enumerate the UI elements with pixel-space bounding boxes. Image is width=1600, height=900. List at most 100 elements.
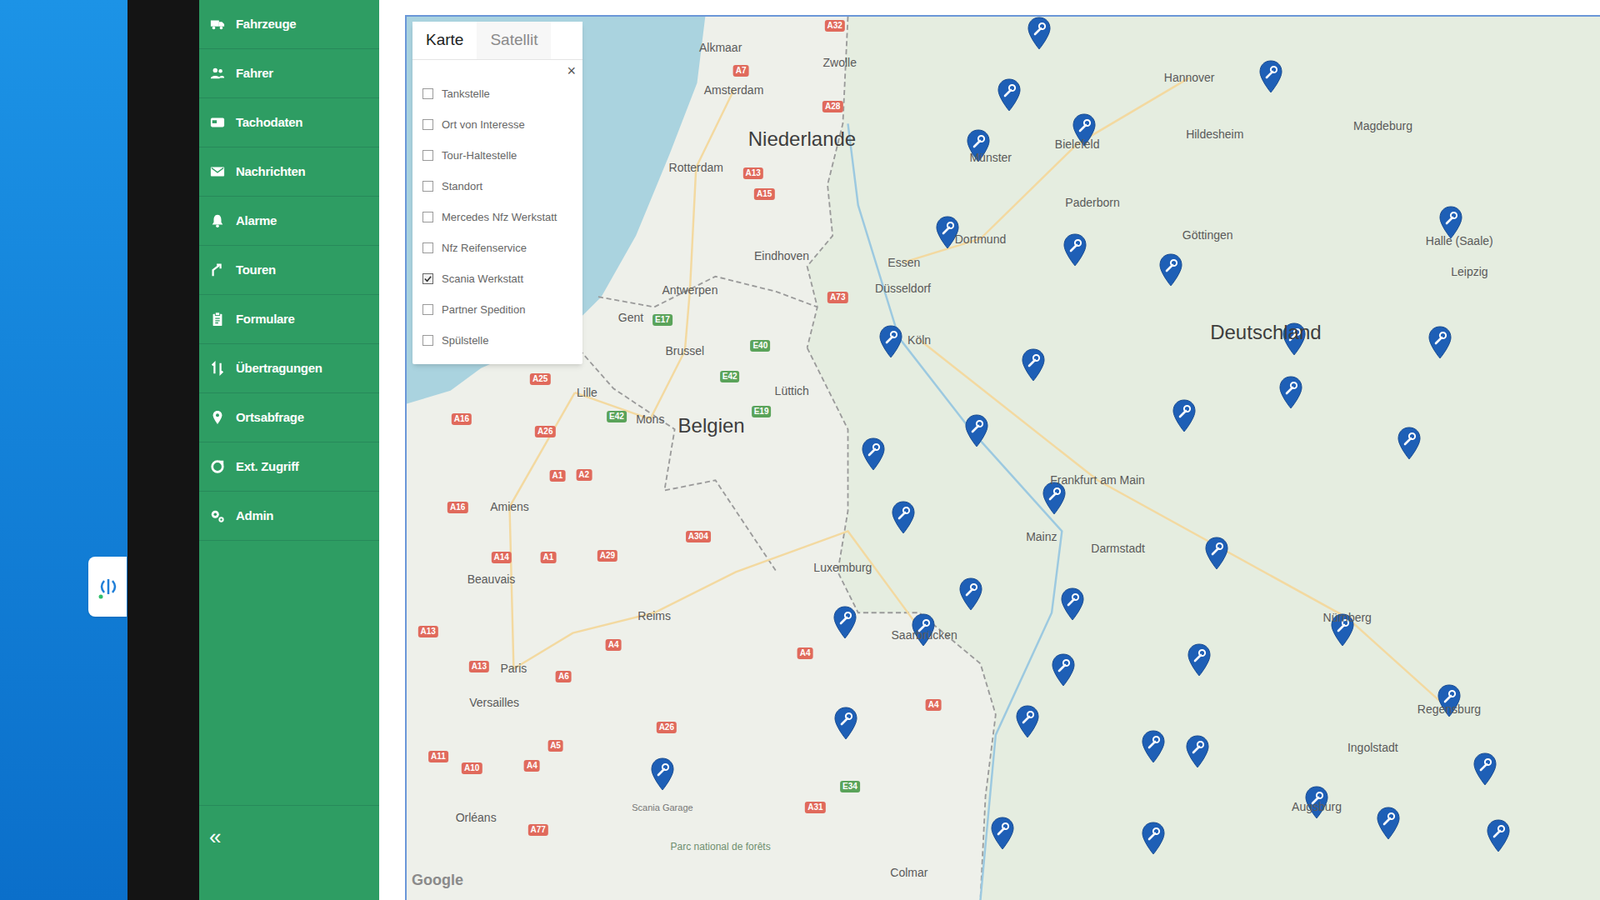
workshop-pin[interactable] <box>832 605 858 640</box>
layer-checkbox[interactable] <box>422 150 434 161</box>
workshop-pin[interactable] <box>878 325 904 359</box>
sidebar-item[interactable]: Ortsabfrage <box>199 393 380 443</box>
workshop-pin[interactable] <box>833 706 859 740</box>
external-access-icon <box>209 458 226 475</box>
workshop-pin[interactable] <box>1185 735 1210 769</box>
workshop-pin[interactable] <box>1427 325 1453 360</box>
layer-option[interactable]: Nfz Reifenservice <box>422 232 573 264</box>
workshop-pin[interactable] <box>860 437 886 471</box>
layer-checkbox[interactable] <box>422 304 434 315</box>
workshop-pin[interactable] <box>1026 16 1052 50</box>
layer-checkbox[interactable] <box>422 88 434 100</box>
sidebar-item[interactable]: Alarme <box>199 196 380 246</box>
place-label: Augsburg <box>1291 800 1342 813</box>
layer-option[interactable]: Standort <box>422 170 573 202</box>
workshop-pin[interactable] <box>990 816 1015 850</box>
place-label: Rotterdam <box>669 161 724 174</box>
road-shield: A304 <box>685 530 711 543</box>
sidebar-item-label: Fahrzeuge <box>235 15 296 35</box>
map-type-tab[interactable]: Karte <box>412 21 477 60</box>
road-shield: A13 <box>743 167 764 180</box>
layer-option[interactable]: Tankstelle <box>422 78 573 110</box>
workshop-pin[interactable] <box>1278 375 1304 410</box>
sidebar-item[interactable]: Admin <box>199 491 380 541</box>
sidebar-item[interactable]: Übertragungen <box>199 344 380 394</box>
collapse-button[interactable]: « <box>209 825 221 848</box>
road-shield: E17 <box>652 314 673 326</box>
road-shield: E42 <box>720 370 740 383</box>
sidebar-item[interactable]: Touren <box>199 245 380 295</box>
layer-checkbox[interactable] <box>422 211 434 223</box>
workshop-pin[interactable] <box>964 414 990 448</box>
wrench-pin-icon <box>1375 806 1401 840</box>
place-label: Orléans <box>455 811 497 824</box>
workshop-pin[interactable] <box>958 577 984 611</box>
workshop-pin[interactable] <box>1438 205 1464 240</box>
sidebar-item[interactable]: Fahrzeuge <box>199 0 380 50</box>
sidebar-item[interactable]: Ext. Zugriff <box>199 442 380 492</box>
workshop-pin[interactable] <box>1050 653 1076 687</box>
wrench-pin-icon <box>1158 253 1184 287</box>
close-button[interactable]: × <box>566 62 576 80</box>
place-label: Amsterdam <box>704 84 765 96</box>
workshop-pin[interactable] <box>1171 399 1197 433</box>
workshop-pin[interactable] <box>1472 752 1498 786</box>
place-label: Beauvais <box>467 573 516 585</box>
workshop-pin[interactable] <box>1140 730 1166 764</box>
workshop-pin[interactable] <box>1258 60 1284 94</box>
road-shield: A73 <box>827 291 848 304</box>
wrench-pin-icon <box>1278 375 1304 410</box>
workshop-pin[interactable] <box>1375 806 1401 840</box>
layer-checkbox[interactable] <box>422 273 434 285</box>
map-type-tab[interactable]: Satellit <box>476 21 551 60</box>
layer-option[interactable]: Spülstelle <box>422 325 573 356</box>
sidebar-item[interactable]: Tachodaten <box>199 98 380 148</box>
layer-checkbox[interactable] <box>422 335 434 346</box>
layer-checkbox[interactable] <box>422 180 434 192</box>
sidebar-item[interactable]: Nachrichten <box>199 147 380 197</box>
workshop-pin[interactable] <box>1396 426 1422 460</box>
layer-option[interactable]: Tour-Haltestelle <box>422 140 573 171</box>
workshop-pin[interactable] <box>1204 536 1230 570</box>
workshop-pin[interactable] <box>996 78 1022 112</box>
place-label: Paris <box>500 662 527 675</box>
wrench-pin-icon <box>890 500 916 535</box>
layer-option[interactable]: Scania Werkstatt <box>422 263 573 295</box>
main-area: Scania Garage AlkmaarZwolleAmsterdamNied… <box>379 0 1600 900</box>
layer-option[interactable]: Ort von Interesse <box>422 109 573 140</box>
location-icon <box>209 409 226 426</box>
sidebar-item[interactable]: Fahrer <box>199 49 380 99</box>
layer-option-label: Ort von Interesse <box>441 116 525 134</box>
workshop-pin[interactable] <box>1158 253 1184 287</box>
workshop-pin[interactable] <box>1060 587 1085 621</box>
workshop-pin[interactable] <box>890 500 916 535</box>
place-label: Belgien <box>678 415 745 436</box>
place-label: Ingolstadt <box>1347 741 1399 754</box>
map[interactable]: Scania Garage AlkmaarZwolleAmsterdamNied… <box>405 15 1600 900</box>
road-shield: A26 <box>535 425 555 438</box>
road-shield: A16 <box>451 413 472 425</box>
workshop-pin[interactable] <box>650 757 675 791</box>
remote-widget[interactable] <box>88 556 127 617</box>
sidebar-item-label: Admin <box>235 506 274 526</box>
workshop-pin[interactable] <box>1041 481 1067 515</box>
road-shield: A14 <box>491 551 512 564</box>
workshop-pin[interactable] <box>1140 821 1166 855</box>
workshop-pin[interactable] <box>1015 705 1040 739</box>
workshop-pin[interactable] <box>1485 819 1511 853</box>
layer-option[interactable]: Partner Spedition <box>422 294 573 325</box>
wrench-pin-icon <box>1396 426 1422 460</box>
place-label: Bielefeld <box>1055 138 1100 150</box>
workshop-pin[interactable] <box>1186 643 1212 677</box>
sidebar-item[interactable]: Formulare <box>199 295 380 345</box>
workshop-pin[interactable] <box>1062 233 1088 267</box>
workshop-pin[interactable] <box>1020 348 1046 382</box>
place-label: Lille <box>576 386 598 399</box>
sidebar-item-label: Ext. Zugriff <box>235 457 300 477</box>
place-label: Amiens <box>490 500 530 513</box>
layer-checkbox[interactable] <box>422 242 434 254</box>
layer-option[interactable]: Mercedes Nfz Werkstatt <box>422 201 573 233</box>
place-label: Mons <box>635 413 665 425</box>
layer-checkbox[interactable] <box>422 119 434 130</box>
road-shield: A4 <box>605 639 622 651</box>
